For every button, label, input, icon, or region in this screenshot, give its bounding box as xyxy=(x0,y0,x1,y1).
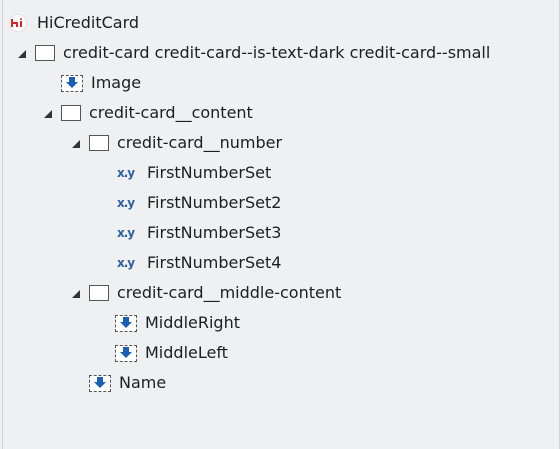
tree-node-name[interactable]: Name xyxy=(89,368,166,398)
tree-node-firstnumberset[interactable]: x.y FirstNumberSet xyxy=(117,158,271,188)
tree-node-credit-card-middle-content[interactable]: credit-card__middle-content xyxy=(71,278,341,308)
tree-node-label: credit-card credit-card--is-text-dark cr… xyxy=(63,43,491,62)
tree-root[interactable]: HiCreditCard xyxy=(9,8,139,38)
widget-tree-panel: HiCreditCard credit-card credit-card--is… xyxy=(2,0,560,449)
image-icon xyxy=(115,314,137,332)
collapse-caret-icon[interactable] xyxy=(71,134,89,153)
tree-node-credit-card[interactable]: credit-card credit-card--is-text-dark cr… xyxy=(17,38,490,68)
collapse-caret-icon[interactable] xyxy=(17,44,35,63)
tree-node-firstnumberset4[interactable]: x.y FirstNumberSet4 xyxy=(117,248,281,278)
container-icon xyxy=(89,285,109,301)
collapse-caret-icon[interactable] xyxy=(43,104,61,123)
expression-icon: x.y xyxy=(117,196,135,210)
collapse-caret-icon[interactable] xyxy=(71,284,89,303)
tree-node-label: Name xyxy=(119,373,167,392)
tree-node-label: credit-card__number xyxy=(117,133,283,152)
tree-node-firstnumberset3[interactable]: x.y FirstNumberSet3 xyxy=(117,218,281,248)
expression-icon: x.y xyxy=(117,256,135,270)
tree-node-label: credit-card__content xyxy=(89,103,253,122)
expression-icon: x.y xyxy=(117,166,135,180)
tree-node-label: Image xyxy=(91,73,142,92)
tree-node-label: MiddleLeft xyxy=(145,343,228,362)
tree-root-label: HiCreditCard xyxy=(37,13,140,32)
tree-node-credit-card-number[interactable]: credit-card__number xyxy=(71,128,282,158)
tree-node-middleright[interactable]: MiddleRight xyxy=(115,308,240,338)
tree-node-label: FirstNumberSet2 xyxy=(147,193,282,212)
tree-node-firstnumberset2[interactable]: x.y FirstNumberSet2 xyxy=(117,188,281,218)
tree-node-image[interactable]: Image xyxy=(61,68,141,98)
container-icon xyxy=(61,105,81,121)
image-icon xyxy=(115,344,137,362)
tree-node-credit-card-content[interactable]: credit-card__content xyxy=(43,98,253,128)
image-icon xyxy=(61,74,83,92)
tree-node-label: MiddleRight xyxy=(145,313,240,332)
hi-app-icon xyxy=(9,14,27,32)
expression-icon: x.y xyxy=(117,226,135,240)
tree-node-label: FirstNumberSet3 xyxy=(147,223,282,242)
container-icon xyxy=(89,135,109,151)
tree-node-label: FirstNumberSet4 xyxy=(147,253,282,272)
tree-node-label: FirstNumberSet xyxy=(147,163,272,182)
tree-node-label: credit-card__middle-content xyxy=(117,283,342,302)
container-icon xyxy=(35,45,55,61)
tree-node-middleleft[interactable]: MiddleLeft xyxy=(115,338,228,368)
image-icon xyxy=(89,374,111,392)
